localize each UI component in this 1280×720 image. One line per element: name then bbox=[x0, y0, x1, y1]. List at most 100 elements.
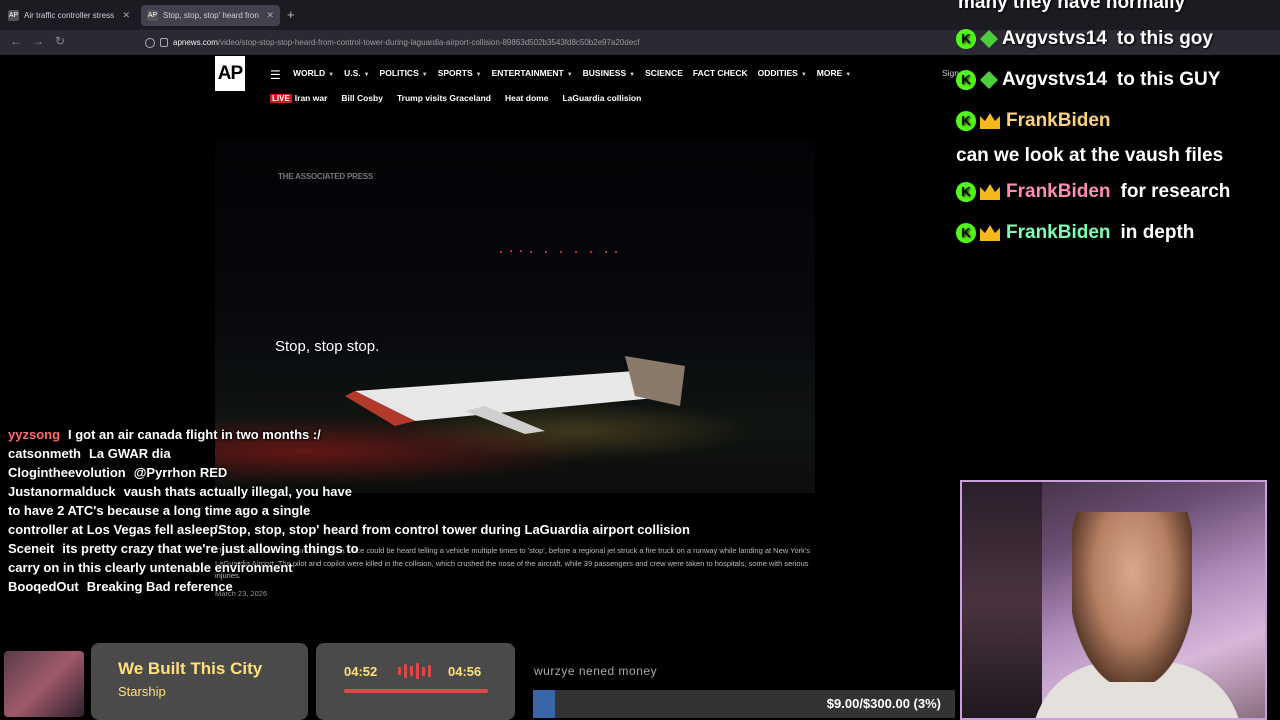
kick-badge-icon: K bbox=[956, 28, 976, 49]
lock-icon bbox=[160, 38, 168, 47]
kick-badge-icon: K bbox=[956, 110, 976, 131]
chat-text: @Pyrrhon RED bbox=[133, 465, 228, 480]
chat-username: catsonmeth bbox=[8, 446, 81, 461]
airplane-image bbox=[345, 356, 685, 434]
donation-goal-bar: $9.00/$300.00 (3%) bbox=[533, 690, 955, 718]
nav-item-more[interactable]: MORE ▼ bbox=[817, 68, 851, 78]
chat-username: FrankBiden bbox=[1006, 110, 1111, 131]
reload-icon[interactable]: ↻ bbox=[55, 34, 65, 48]
trending-item[interactable]: Heat dome bbox=[505, 93, 548, 103]
crown-badge-icon bbox=[980, 224, 1000, 241]
donation-goal-text: $9.00/$300.00 (3%) bbox=[826, 696, 941, 711]
crown-badge-icon bbox=[980, 112, 1000, 129]
chat-username: BooqedOut bbox=[8, 579, 79, 594]
equalizer-icon bbox=[398, 663, 438, 679]
chat-text: La GWAR dia bbox=[88, 446, 171, 461]
shield-icon bbox=[145, 37, 155, 48]
live-badge: LIVE bbox=[270, 94, 292, 103]
nav-item-politics[interactable]: POLITICS ▼ bbox=[380, 68, 428, 78]
nav-item-business[interactable]: BUSINESS ▼ bbox=[583, 68, 635, 78]
crown-badge-icon bbox=[980, 183, 1000, 200]
chat-message: Clogintheevolution @Pyrrhon RED bbox=[0, 463, 360, 482]
trending-item[interactable]: Bill Cosby bbox=[341, 93, 383, 103]
ap-logo[interactable]: AP bbox=[215, 56, 245, 91]
close-icon[interactable]: ✕ bbox=[266, 10, 274, 21]
chevron-down-icon: ▼ bbox=[421, 72, 428, 78]
video-caption: Stop, stop stop. bbox=[275, 338, 380, 355]
chat-text: in depth bbox=[1120, 222, 1195, 243]
chat-username: Clogintheevolution bbox=[8, 465, 126, 480]
chevron-down-icon: ▼ bbox=[629, 72, 636, 78]
chat-message: K Avgvstvs14 to this goy bbox=[950, 18, 1280, 59]
chat-message: K FrankBiden in depth bbox=[950, 212, 1280, 253]
trending-item[interactable]: LaGuardia collision bbox=[562, 93, 641, 103]
nav-item-world[interactable]: WORLD ▼ bbox=[293, 68, 334, 78]
ap-favicon-icon: AP bbox=[147, 10, 158, 21]
url-path: /video/stop-stop-stop-heard-from-control… bbox=[217, 38, 640, 47]
back-icon[interactable]: ← bbox=[10, 34, 22, 48]
gem-badge-icon bbox=[980, 70, 998, 89]
nav-item-us[interactable]: U.S. ▼ bbox=[344, 68, 369, 78]
stream-chat-overlay: yyzsong I got an air canada flight in two… bbox=[0, 404, 360, 654]
video-watermark: THE ASSOCIATED PRESS bbox=[278, 172, 374, 181]
kick-badge-icon: K bbox=[956, 69, 976, 90]
chevron-down-icon: ▼ bbox=[566, 72, 573, 78]
chat-text: Breaking Bad reference bbox=[86, 579, 233, 594]
song-artist: Starship bbox=[118, 684, 166, 699]
chat-text: for research bbox=[1120, 181, 1231, 202]
song-progress-bar bbox=[344, 689, 488, 693]
chat-text: to this GUY bbox=[1116, 69, 1221, 90]
chat-username: FrankBiden bbox=[1006, 181, 1111, 202]
nav-item-fact-check[interactable]: FACT CHECK bbox=[693, 68, 748, 78]
song-time-current: 04:52 bbox=[344, 664, 378, 679]
chat-message: yyzsong I got an air canada flight in two… bbox=[0, 425, 360, 444]
browser-tab[interactable]: AP Air traffic controller stress come ✕ bbox=[2, 5, 136, 26]
trending-item-iran-war[interactable]: LIVE Iran war bbox=[270, 93, 327, 103]
chat-text: I got an air canada flight in two months… bbox=[68, 427, 321, 442]
browser-tab-active[interactable]: AP Stop, stop, stop' heard fron ✕ bbox=[141, 5, 280, 26]
chat-message: Justanormalduck vaush thats actually ille… bbox=[0, 482, 360, 539]
kick-badge-icon: K bbox=[956, 181, 976, 202]
hamburger-menu-icon[interactable]: ☰ bbox=[270, 68, 281, 82]
trending-bar: LIVE Iran war Bill Cosby Trump visits Gra… bbox=[270, 93, 641, 103]
close-icon[interactable]: ✕ bbox=[122, 10, 130, 21]
gem-badge-icon bbox=[980, 29, 998, 48]
chevron-down-icon: ▼ bbox=[845, 72, 852, 78]
chat-username: yyzsong bbox=[8, 427, 61, 442]
streamer-webcam bbox=[960, 480, 1267, 720]
chevron-down-icon: ▼ bbox=[363, 72, 370, 78]
url-domain: apnews.com bbox=[173, 38, 218, 47]
chat-message: K Avgvstvs14 to this GUY bbox=[950, 59, 1280, 100]
chat-username: Avgvstvs14 bbox=[1002, 28, 1107, 49]
song-time-total: 04:56 bbox=[448, 664, 482, 679]
nav-item-entertainment[interactable]: ENTERTAINMENT ▼ bbox=[492, 68, 573, 78]
donation-message: wurzye nened money bbox=[534, 664, 658, 678]
tab-title: Air traffic controller stress come bbox=[24, 11, 116, 20]
chat-message: K FrankBiden bbox=[950, 100, 1280, 141]
chat-message: K FrankBiden for research bbox=[950, 171, 1280, 212]
forward-icon[interactable]: → bbox=[32, 34, 44, 48]
tab-title: Stop, stop, stop' heard fron bbox=[163, 11, 259, 20]
chat-message: Sceneit its pretty crazy that we're just … bbox=[0, 539, 360, 577]
song-progress-widget: 04:52 04:56 bbox=[316, 643, 515, 720]
ap-favicon-icon: AP bbox=[8, 10, 19, 21]
nav-item-science[interactable]: SCIENCE bbox=[645, 68, 683, 78]
trending-item[interactable]: Trump visits Graceland bbox=[397, 93, 491, 103]
chevron-down-icon: ▼ bbox=[475, 72, 482, 78]
song-title: We Built This City bbox=[118, 659, 263, 678]
chat-message: BooqedOut Breaking Bad reference bbox=[0, 577, 360, 596]
chat-username: FrankBiden bbox=[1006, 222, 1111, 243]
url-bar[interactable]: apnews.com/video/stop-stop-stop-heard-fr… bbox=[140, 33, 960, 52]
webcam-shelf bbox=[962, 482, 1042, 718]
chevron-down-icon: ▼ bbox=[328, 72, 335, 78]
nav-item-oddities[interactable]: ODDITIES ▼ bbox=[758, 68, 807, 78]
chat-username: Justanormalduck bbox=[8, 484, 116, 499]
new-tab-icon[interactable]: + bbox=[287, 7, 295, 22]
chat-message: can we look at the vaush files bbox=[956, 145, 1224, 166]
nav-item-sports[interactable]: SPORTS ▼ bbox=[438, 68, 482, 78]
chat-message-partial: many they have normally bbox=[958, 0, 1186, 13]
chat-text: its pretty crazy that we're just allowin… bbox=[8, 541, 359, 575]
stream-chat-overlay-right: many they have normally K Avgvstvs14 to t… bbox=[950, 0, 1280, 248]
runway-lights bbox=[215, 236, 815, 276]
album-art bbox=[4, 651, 84, 717]
